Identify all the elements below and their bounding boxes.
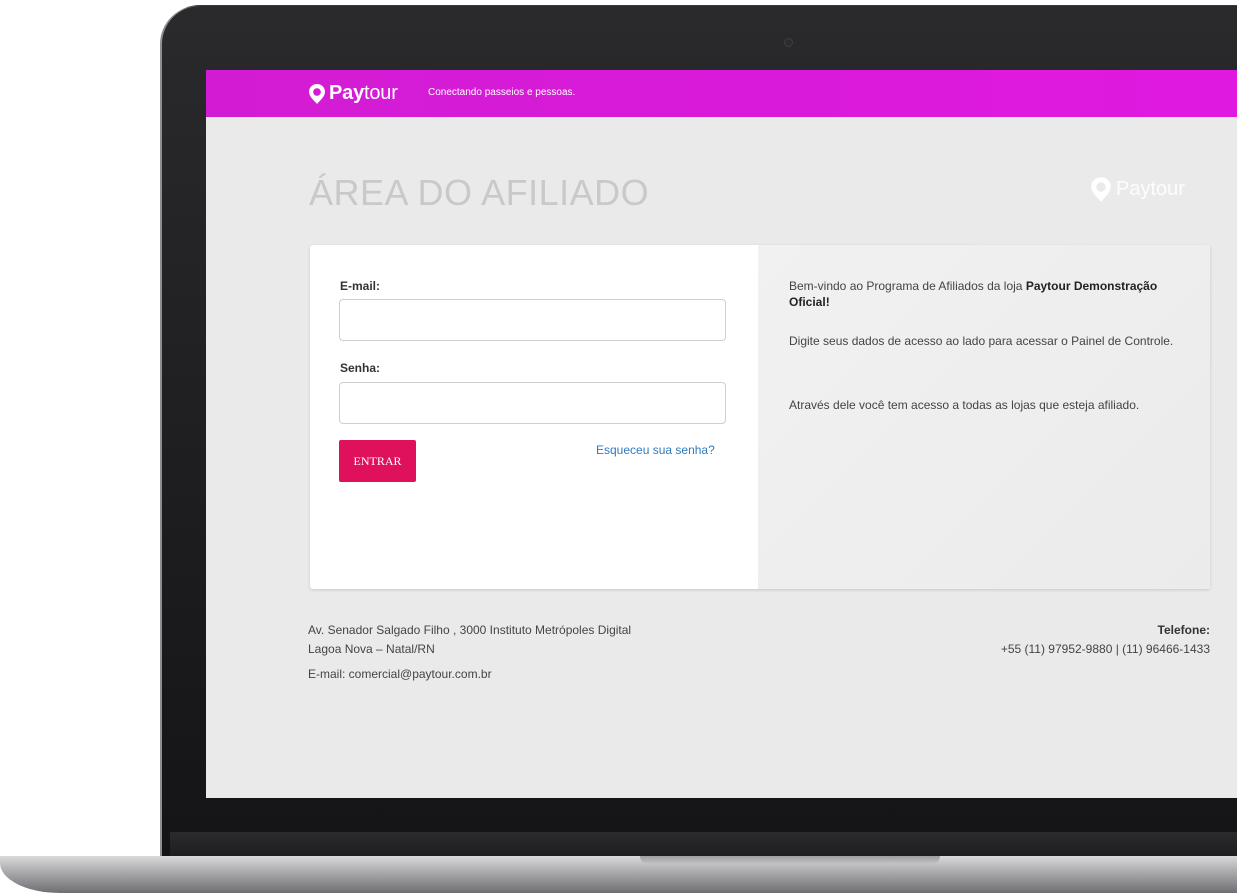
laptop-base xyxy=(0,856,1237,893)
phone-numbers: +55 (11) 97952-9880 | (11) 96466-1433 xyxy=(1000,642,1210,656)
webcam xyxy=(785,39,792,46)
email-label: E-mail: xyxy=(340,279,381,293)
watermark-logo: Paytour xyxy=(1090,176,1185,203)
brand-name: Paytour xyxy=(329,82,398,104)
laptop-hinge-notch xyxy=(640,856,940,864)
welcome-text: Bem-vindo ao Programa de Afiliados da lo… xyxy=(789,279,1158,309)
access-text: Através dele você tem acesso a todas as … xyxy=(789,398,1140,412)
password-field[interactable] xyxy=(339,382,726,424)
page-title: ÁREA DO AFILIADO xyxy=(309,172,650,213)
top-bar: Paytour Conectando passeios e pessoas. xyxy=(206,70,1237,117)
brand-logo[interactable]: Paytour xyxy=(308,82,398,105)
forgot-password-link[interactable]: Esqueceu sua senha? xyxy=(596,443,715,457)
login-button[interactable]: ENTRAR xyxy=(339,440,416,482)
login-card: E-mail: Senha: ENTRAR Esqueceu sua senha… xyxy=(310,245,1210,589)
info-panel: Bem-vindo ao Programa de Afiliados da lo… xyxy=(758,245,1210,589)
screen: Paytour Conectando passeios e pessoas. Á… xyxy=(206,70,1237,798)
instructions-text: Digite seus dados de acesso ao lado para… xyxy=(789,334,1174,348)
address-line-1: Av. Senador Salgado Filho , 3000 Institu… xyxy=(308,623,632,637)
contact-email: E-mail: comercial@paytour.com.br xyxy=(308,667,492,681)
phone-label: Telefone: xyxy=(1157,623,1210,637)
location-pin-icon xyxy=(1091,177,1111,202)
login-form: E-mail: Senha: ENTRAR Esqueceu sua senha… xyxy=(310,245,758,589)
tagline: Conectando passeios e pessoas. xyxy=(428,87,576,98)
location-pin-icon xyxy=(309,83,325,104)
address-line-2: Lagoa Nova – Natal/RN xyxy=(308,642,435,656)
password-label: Senha: xyxy=(340,361,381,375)
email-field[interactable] xyxy=(339,299,726,341)
watermark-text: Paytour xyxy=(1116,178,1185,200)
